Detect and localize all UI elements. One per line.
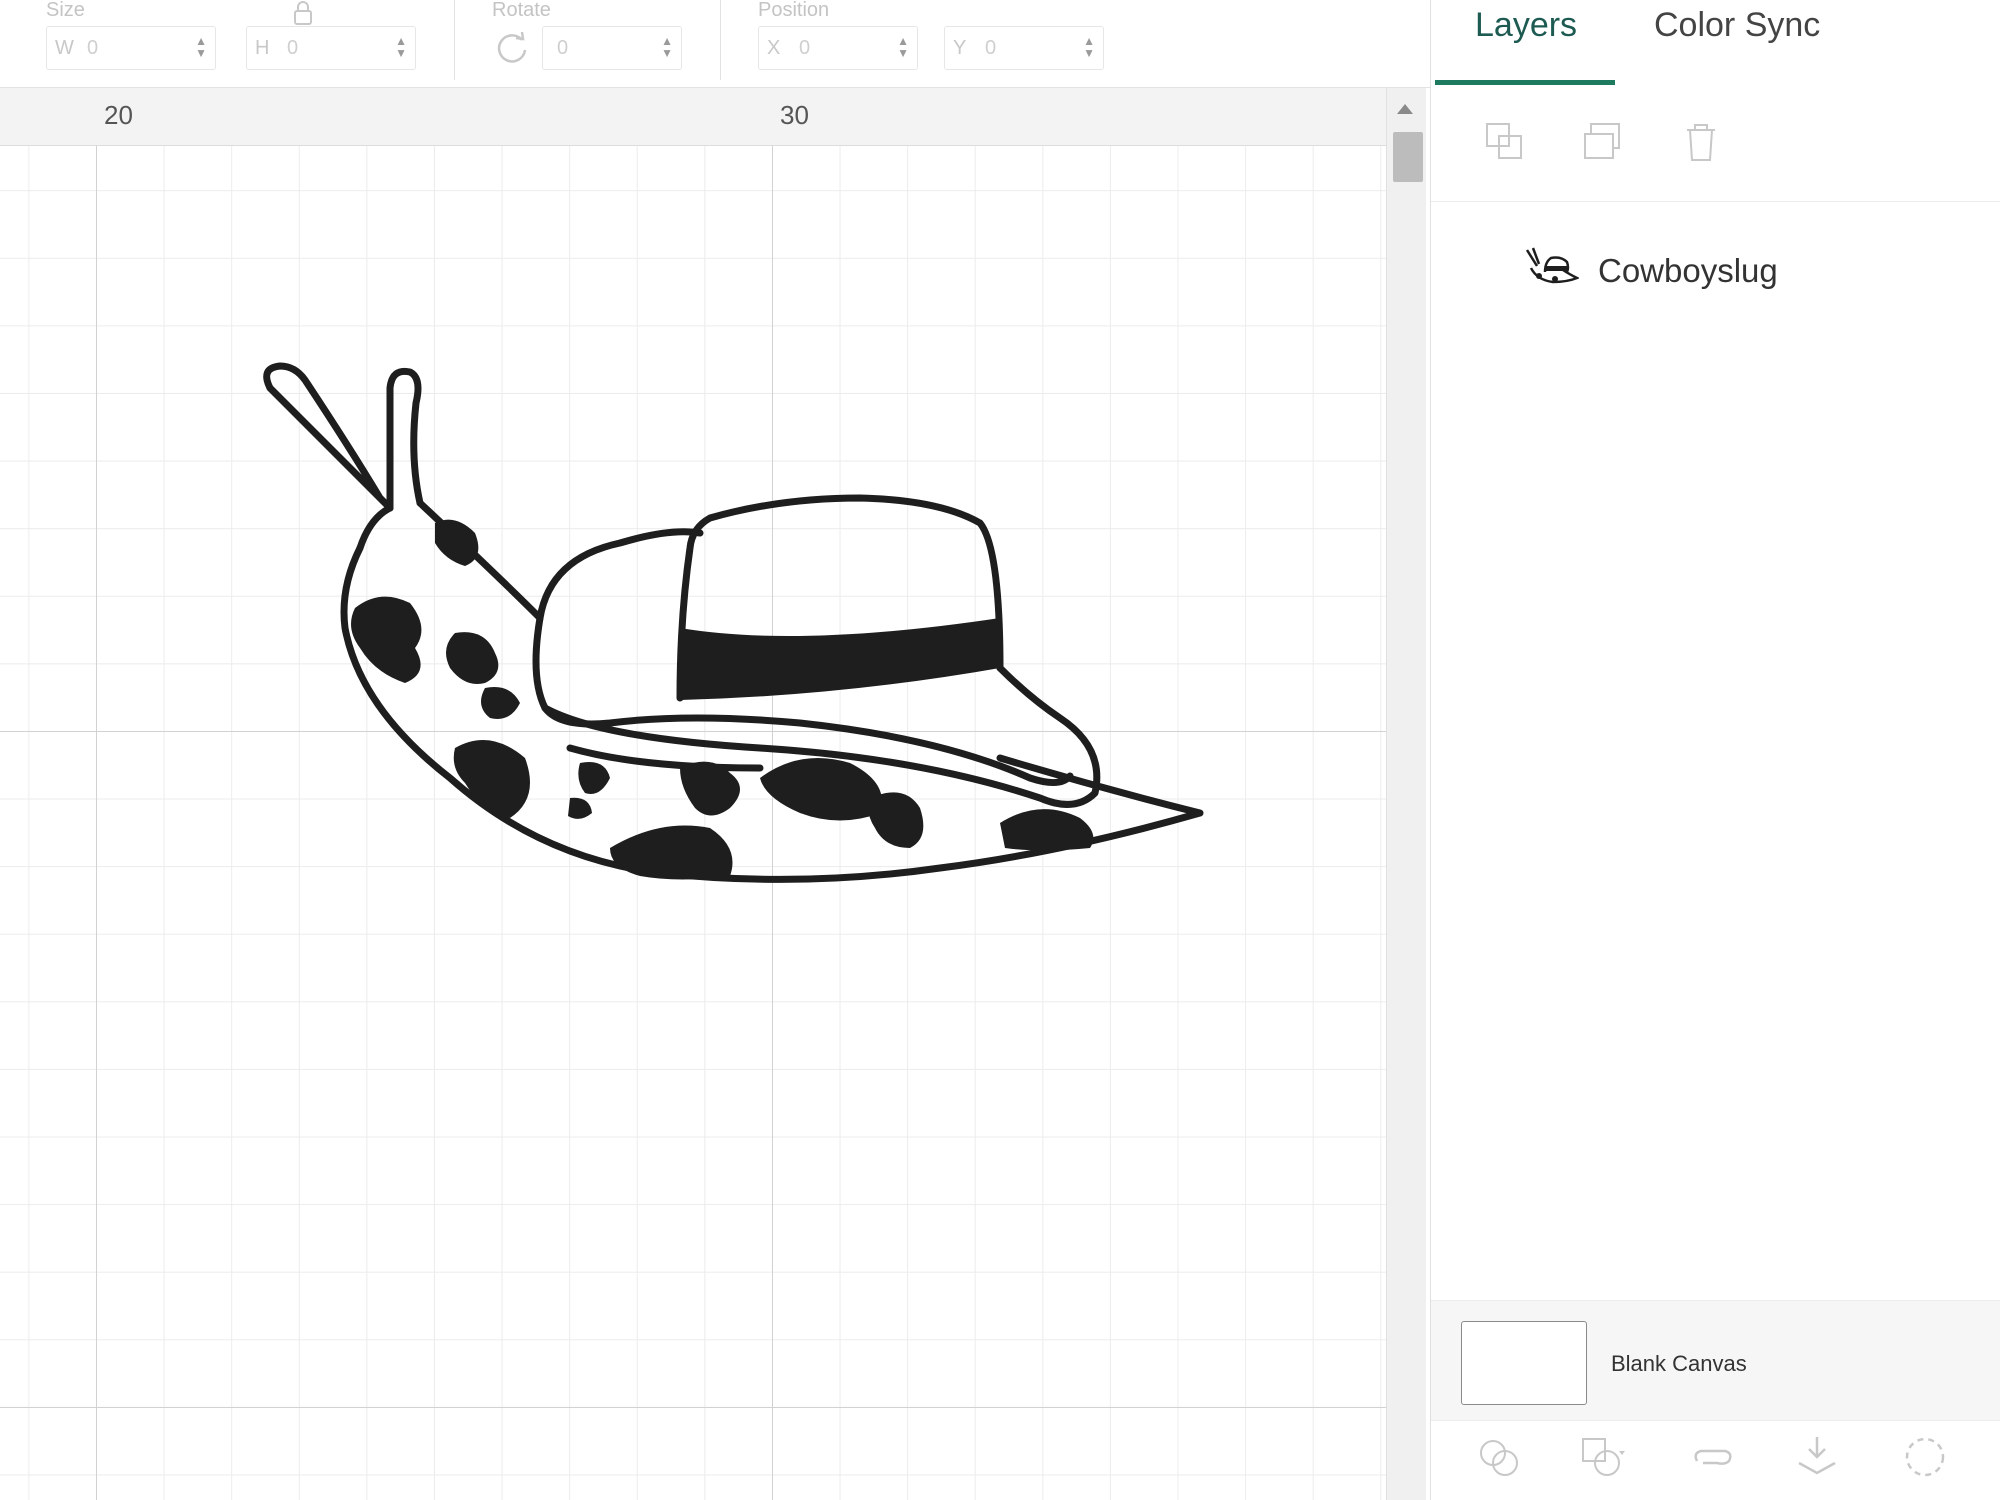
- layer-name: Cowboyslug: [1598, 252, 1778, 289]
- duplicate-icon[interactable]: [1581, 120, 1625, 164]
- size-group: Size W 0 ▲ ▼ H 0 ▲ ▼: [46, 0, 426, 88]
- position-label: Position: [758, 0, 830, 21]
- blank-canvas-row[interactable]: Blank Canvas: [1431, 1300, 2000, 1420]
- layer-item-cowboyslug[interactable]: Cowboyslug: [1431, 232, 2000, 312]
- blank-canvas-label: Blank Canvas: [1611, 1351, 1747, 1376]
- position-group: Position X 0 ▲ ▼ Y 0 ▲ ▼: [758, 0, 1138, 88]
- tab-layers[interactable]: Layers: [1475, 6, 1577, 45]
- toolbar-divider: [454, 0, 455, 80]
- flatten-icon[interactable]: [1793, 1433, 1841, 1481]
- height-stepper-icon[interactable]: ▲ ▼: [395, 35, 407, 59]
- rotate-label: Rotate: [492, 0, 551, 21]
- group-icon[interactable]: [1483, 120, 1527, 164]
- rotate-input[interactable]: 0 ▲ ▼: [542, 26, 682, 70]
- combine-icon[interactable]: [1579, 1433, 1627, 1481]
- horizontal-ruler: 20 30: [0, 88, 1386, 146]
- attach-icon[interactable]: [1689, 1433, 1737, 1481]
- rotate-stepper-icon[interactable]: ▲ ▼: [661, 35, 673, 59]
- canvas-scrollbar[interactable]: [1386, 88, 1426, 1500]
- toolbar-divider: [720, 0, 721, 80]
- width-prefix: W: [55, 37, 74, 59]
- layer-tools: [1431, 90, 2000, 202]
- width-stepper-icon[interactable]: ▲ ▼: [195, 35, 207, 59]
- contour-icon[interactable]: [1901, 1433, 1949, 1481]
- scroll-up-icon[interactable]: [1397, 104, 1413, 114]
- ruler-label-30: 30: [780, 100, 809, 130]
- y-prefix: Y: [953, 37, 967, 59]
- layer-thumbnail-icon: [1525, 247, 1579, 284]
- ruler-label-20: 20: [104, 100, 133, 130]
- layers-panel: Layers Color Sync Cowboyslug Blank Canva…: [1430, 0, 2000, 1500]
- edit-toolbar: Size W 0 ▲ ▼ H 0 ▲ ▼ Rotate 0 ▲ ▼ Position: [0, 0, 1430, 88]
- height-input[interactable]: H 0 ▲ ▼: [246, 26, 416, 70]
- x-position-input[interactable]: X 0 ▲ ▼: [758, 26, 918, 70]
- tab-color-sync[interactable]: Color Sync: [1654, 6, 1820, 45]
- lock-icon[interactable]: [292, 0, 314, 26]
- blank-canvas-swatch[interactable]: [1461, 1321, 1587, 1405]
- x-prefix: X: [767, 37, 781, 59]
- y-stepper-icon[interactable]: ▲ ▼: [1083, 35, 1095, 59]
- y-position-input[interactable]: Y 0 ▲ ▼: [944, 26, 1104, 70]
- height-prefix: H: [255, 37, 270, 59]
- design-canvas[interactable]: 20 30: [0, 88, 1386, 1500]
- active-tab-indicator: [1435, 80, 1615, 85]
- scroll-thumb[interactable]: [1393, 132, 1423, 182]
- delete-icon[interactable]: [1679, 120, 1723, 164]
- cowboyslug-artwork[interactable]: [240, 328, 1220, 968]
- size-label: Size: [46, 0, 85, 21]
- layer-actions-bar: [1431, 1420, 2000, 1500]
- rotate-value: 0: [557, 37, 569, 59]
- y-value: 0: [985, 37, 997, 59]
- height-value: 0: [287, 37, 299, 59]
- x-stepper-icon[interactable]: ▲ ▼: [897, 35, 909, 59]
- slice-icon[interactable]: [1475, 1433, 1523, 1481]
- x-value: 0: [799, 37, 811, 59]
- width-input[interactable]: W 0 ▲ ▼: [46, 26, 216, 70]
- width-value: 0: [87, 37, 99, 59]
- rotate-group: Rotate 0 ▲ ▼: [492, 0, 692, 88]
- rotate-icon[interactable]: [492, 28, 532, 68]
